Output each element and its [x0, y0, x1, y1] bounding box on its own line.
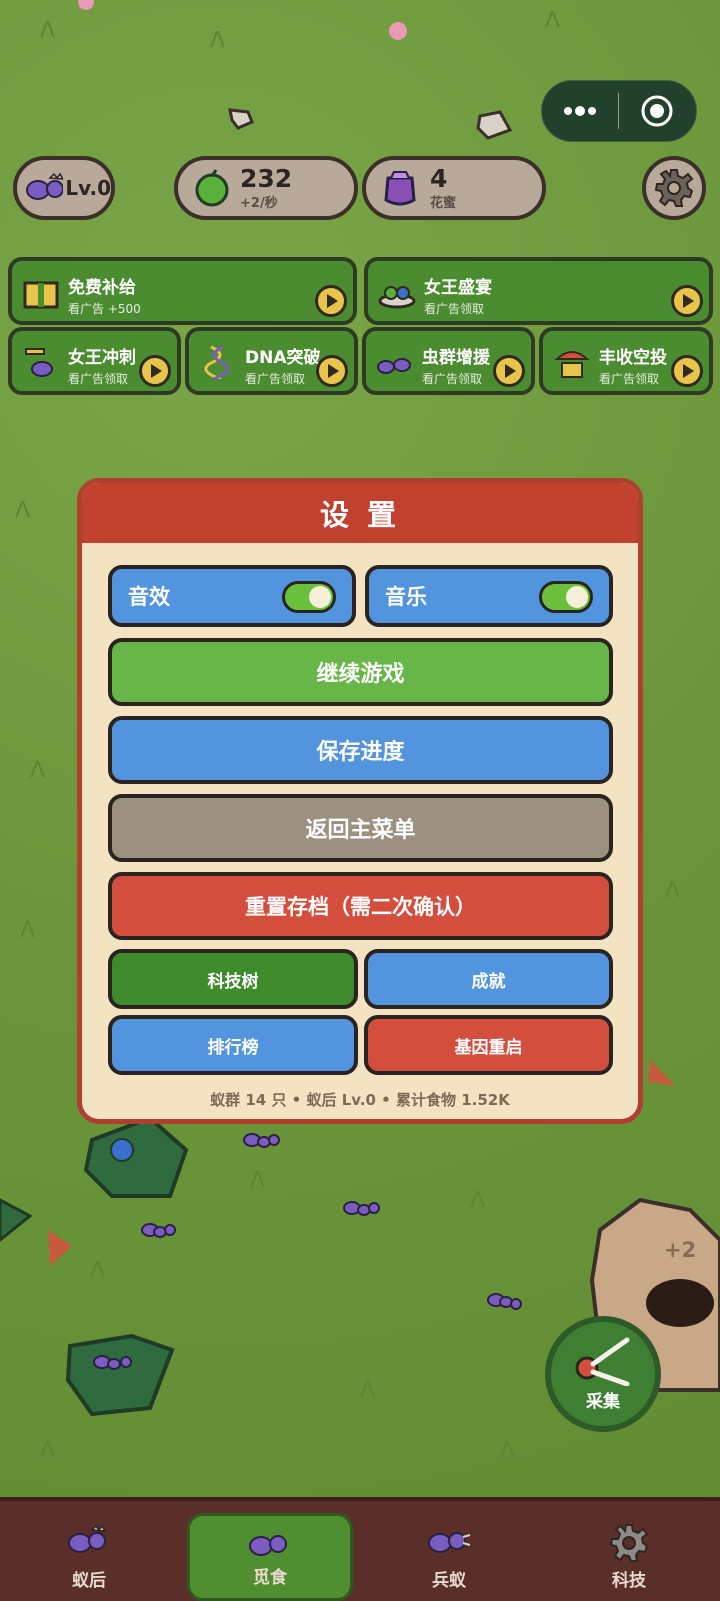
- close-miniprogram-button[interactable]: [619, 81, 697, 141]
- more-dots-icon: [563, 106, 596, 116]
- leaf-food-icon: [65, 1333, 175, 1417]
- collect-label: 采集: [586, 1392, 620, 1412]
- food-value: 232: [240, 163, 293, 193]
- pebble-icon: [476, 110, 513, 140]
- berry-icon: [110, 1138, 134, 1162]
- marker-icon: [648, 1060, 676, 1086]
- music-toggle-row[interactable]: 音乐: [365, 565, 613, 627]
- worker-ant-icon: [249, 1535, 287, 1556]
- leaderboard-button[interactable]: 排行榜: [108, 1015, 358, 1075]
- more-menu-button[interactable]: [542, 81, 618, 141]
- queen-sprint-icon: [25, 348, 53, 377]
- nectar-value: 4: [430, 163, 448, 193]
- gear-icon: [654, 169, 694, 207]
- reward-title: 免费补给: [68, 278, 136, 298]
- gene-restart-button[interactable]: 基因重启: [364, 1015, 613, 1075]
- continue-game-button[interactable]: 继续游戏: [108, 638, 613, 706]
- soldier-ant-icon: [428, 1532, 471, 1553]
- flower-icon: [389, 22, 407, 40]
- sound-label: 音效: [128, 585, 170, 609]
- queen-ant-icon: [26, 172, 64, 200]
- play-ad-icon: [493, 355, 525, 387]
- play-ad-icon: [139, 355, 171, 387]
- achievements-button[interactable]: 成就: [364, 949, 613, 1009]
- music-label: 音乐: [385, 585, 427, 609]
- reward-sub: 看广告领取: [424, 302, 485, 316]
- settings-title: 设 置: [82, 483, 638, 543]
- food-rate: +2/秒: [240, 195, 278, 211]
- play-ad-icon: [671, 355, 703, 387]
- leaf-food-icon: [0, 1198, 33, 1242]
- ant-swarm-icon: [377, 358, 411, 374]
- settings-dialog: 设 置 音效 音乐 继续游戏 保存进度 返回主菜单 重置存档（需二次确认） 科技…: [77, 478, 643, 1124]
- queen-ant-icon: [68, 1524, 107, 1553]
- tab-label: 蚁后: [72, 1571, 106, 1591]
- marker-icon: [48, 1230, 72, 1266]
- tab-label: 科技: [612, 1571, 646, 1591]
- play-ad-icon: [671, 285, 703, 317]
- switch-knob: [309, 586, 331, 608]
- free-supply-button[interactable]: 免费补给 看广告 +500: [8, 257, 357, 325]
- tab-forage[interactable]: 觅食: [187, 1513, 353, 1601]
- plus-popup: +2: [664, 1238, 697, 1262]
- reward-sub: 看广告 +500: [68, 302, 141, 316]
- ant-icon: [141, 1223, 176, 1238]
- feast-plate-icon: [378, 286, 416, 309]
- reset-save-button[interactable]: 重置存档（需二次确认）: [108, 872, 613, 940]
- ant-icon: [343, 1201, 380, 1216]
- queen-level-badge[interactable]: Lv.0: [13, 156, 115, 220]
- anthill-hole-icon: [646, 1279, 714, 1327]
- swarm-reinforce-button[interactable]: 虫群增援 看广告领取: [362, 327, 535, 395]
- target-icon: [641, 95, 673, 127]
- food-counter: 232 +2/秒: [174, 156, 358, 220]
- miniprogram-capsule: [541, 80, 697, 142]
- tab-queen[interactable]: 蚁后: [6, 1513, 172, 1601]
- switch-knob: [566, 586, 588, 608]
- music-switch[interactable]: [539, 581, 593, 613]
- main-menu-button[interactable]: 返回主菜单: [108, 794, 613, 862]
- flower-icon: [78, 0, 94, 10]
- colony-stats: 蚁群 14 只 • 蚁后 Lv.0 • 累计食物 1.52K: [210, 1091, 510, 1109]
- settings-button[interactable]: [642, 156, 706, 220]
- leaf-food-icon: [83, 1115, 189, 1198]
- collect-button[interactable]: 采集: [545, 1316, 661, 1432]
- airdrop-crate-icon: [554, 351, 590, 378]
- play-ad-icon: [315, 285, 347, 317]
- reward-title: 女王盛宴: [424, 278, 492, 298]
- dna-icon: [204, 345, 230, 379]
- gear-icon: [609, 1524, 649, 1562]
- harvest-airdrop-button[interactable]: 丰收空投 看广告领取: [539, 327, 713, 395]
- play-ad-icon: [316, 355, 348, 387]
- nectar-jar-icon: [384, 171, 416, 206]
- queen-level-text: Lv.0: [65, 176, 111, 200]
- pebble-icon: [228, 108, 254, 130]
- sound-toggle-row[interactable]: 音效: [108, 565, 356, 627]
- tab-label: 兵蚁: [432, 1571, 466, 1591]
- queen-feast-button[interactable]: 女王盛宴 看广告领取: [364, 257, 713, 325]
- tab-tech[interactable]: 科技: [546, 1513, 712, 1601]
- tab-label: 觅食: [253, 1568, 287, 1588]
- scissors-icon: [575, 1337, 630, 1386]
- nectar-counter: 4 花蜜: [362, 156, 546, 220]
- queen-sprint-button[interactable]: 女王冲刺 看广告领取: [8, 327, 181, 395]
- dna-breakthrough-button[interactable]: DNA突破 看广告领取: [185, 327, 358, 395]
- gift-box-icon: [23, 281, 59, 309]
- ant-icon: [243, 1133, 280, 1148]
- bottom-tab-bar: 蚁后 觅食 兵蚁 科技: [0, 1497, 720, 1601]
- tab-soldier[interactable]: 兵蚁: [366, 1513, 532, 1601]
- ant-icon: [487, 1293, 522, 1310]
- tech-tree-button[interactable]: 科技树: [108, 949, 358, 1009]
- sound-switch[interactable]: [282, 581, 336, 613]
- nectar-label: 花蜜: [430, 195, 457, 211]
- save-progress-button[interactable]: 保存进度: [108, 716, 613, 784]
- apple-icon: [195, 169, 229, 207]
